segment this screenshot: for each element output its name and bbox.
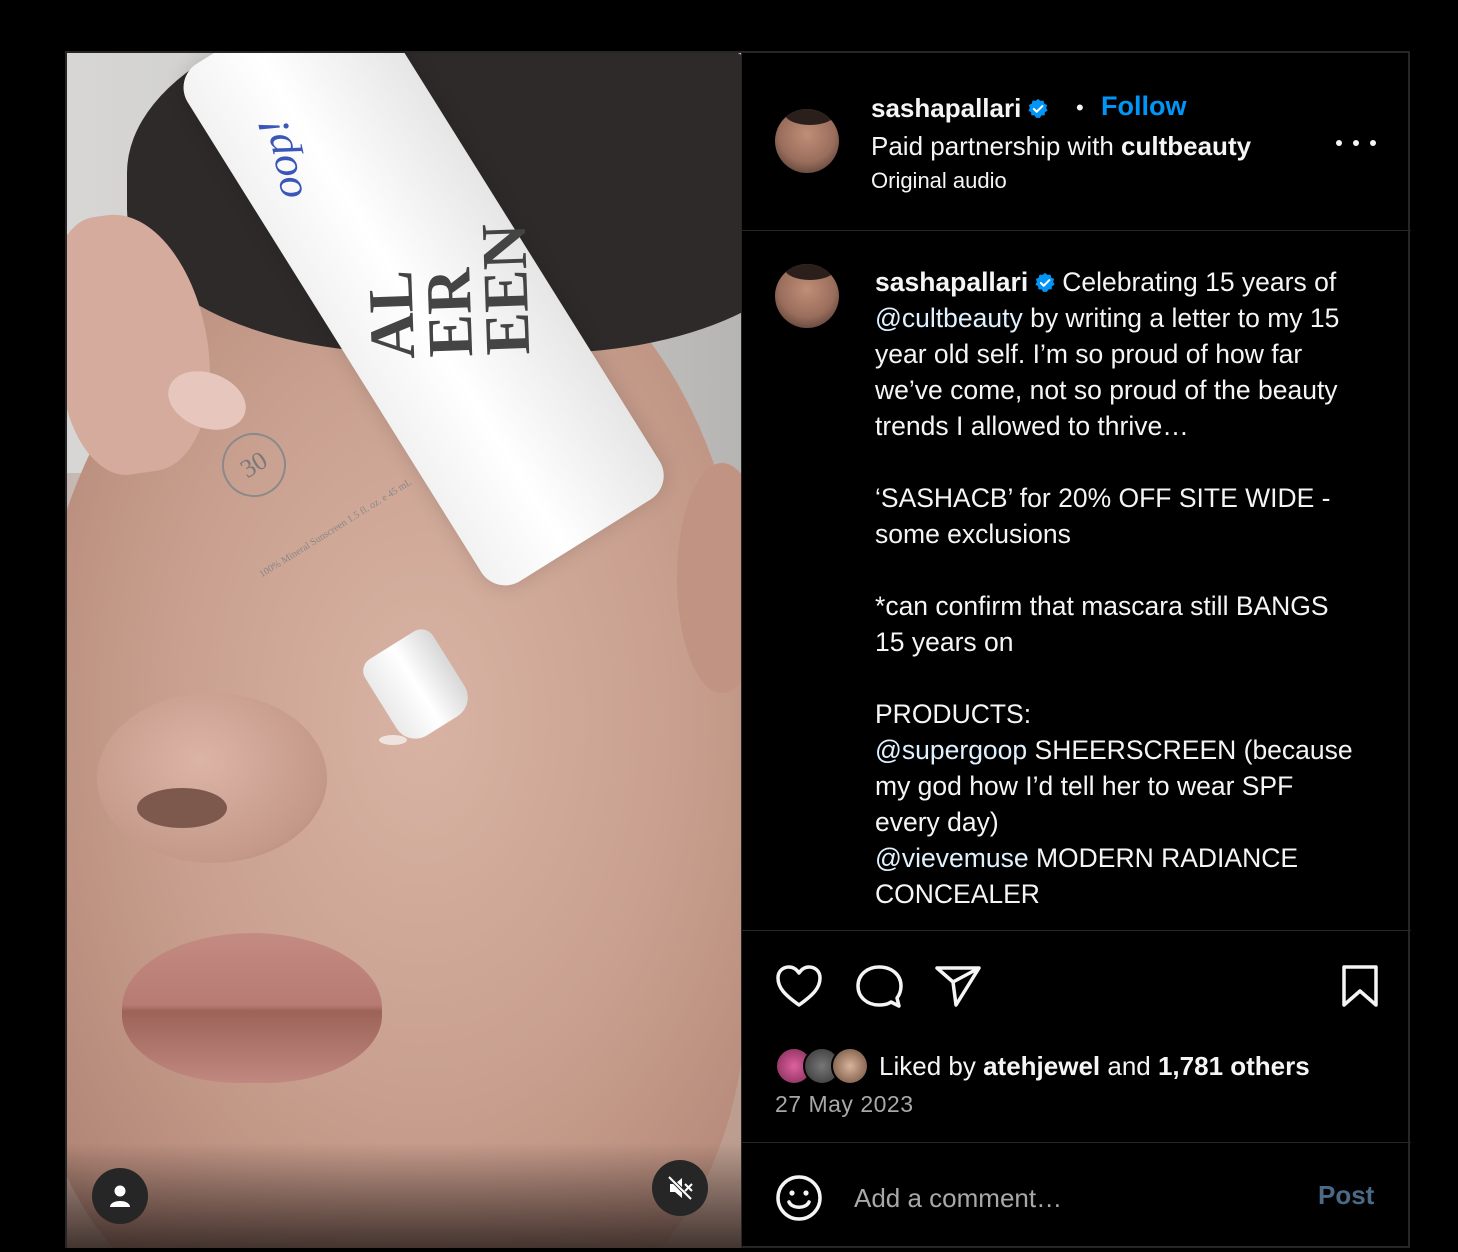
tube-product-text: AL ER EEN	[354, 222, 544, 361]
mention-link[interactable]: @cultbeauty	[875, 303, 1023, 333]
user-tag-button[interactable]	[92, 1168, 148, 1224]
caption-segment: by writing a letter to my 15 year old se…	[875, 303, 1340, 729]
share-icon[interactable]	[934, 964, 982, 1008]
comment-bar: Post	[742, 1142, 1411, 1249]
liker-avatar	[831, 1047, 869, 1085]
mention-link[interactable]: @vievemuse	[875, 843, 1029, 873]
post-header: sashapallari • Follow Paid partnership w…	[742, 53, 1411, 231]
post-details-panel: sashapallari • Follow Paid partnership w…	[741, 53, 1411, 1248]
partner-link[interactable]: cultbeauty	[1121, 131, 1251, 161]
post-comment-button[interactable]: Post	[1318, 1180, 1374, 1211]
post-video[interactable]: oop! AL ER EEN 30 100% Mineral Sunscreen…	[67, 53, 741, 1248]
likes-prefix: Liked by	[879, 1050, 984, 1081]
muted-speaker-icon	[667, 1175, 693, 1201]
nose-image	[97, 693, 327, 863]
author-avatar[interactable]	[775, 109, 839, 173]
header-separator: •	[1076, 95, 1084, 120]
author-username[interactable]: sashapallari	[871, 93, 1049, 124]
mention-link[interactable]: @supergoop	[875, 735, 1027, 765]
caption-author-avatar[interactable]	[775, 264, 839, 328]
caption-body: Celebrating 15 years of @cultbeauty by w…	[875, 267, 1353, 909]
caption-segment: Celebrating 15 years of	[1062, 267, 1337, 297]
tube-brand-text: oop!	[248, 114, 313, 205]
comment-input[interactable]	[852, 1173, 1276, 1223]
post-actions: Liked by atehjewel and 1,781 others 27 M…	[742, 930, 1411, 1143]
likes-text: Liked by atehjewel and 1,781 others	[879, 1051, 1310, 1082]
emoji-icon[interactable]	[775, 1174, 823, 1222]
verified-badge-icon	[1035, 272, 1055, 292]
mute-toggle-button[interactable]	[652, 1160, 708, 1216]
follow-button[interactable]: Follow	[1101, 91, 1186, 122]
author-username-text[interactable]: sashapallari	[871, 93, 1021, 123]
nostril-image	[137, 788, 227, 828]
verified-badge-icon	[1028, 98, 1048, 118]
likes-summary[interactable]: Liked by atehjewel and 1,781 others	[775, 1046, 1310, 1086]
sunscreen-drop	[379, 735, 407, 745]
lips-image	[122, 933, 382, 1083]
caption-text: sashapallari Celebrating 15 years of @cu…	[875, 264, 1355, 912]
more-options-icon	[1336, 140, 1342, 146]
post-dialog: oop! AL ER EEN 30 100% Mineral Sunscreen…	[65, 51, 1411, 1248]
audio-link[interactable]: Original audio	[871, 168, 1007, 194]
first-liker-link[interactable]: atehjewel	[983, 1051, 1100, 1081]
more-options-button[interactable]	[1336, 131, 1376, 155]
others-link[interactable]: 1,781 others	[1158, 1051, 1310, 1081]
bookmark-icon[interactable]	[1340, 964, 1380, 1008]
comment-icon[interactable]	[855, 964, 903, 1010]
partnership-prefix: Paid partnership with	[871, 131, 1122, 161]
caption-section: sashapallari Celebrating 15 years of @cu…	[742, 231, 1411, 929]
paid-partnership-label: Paid partnership with cultbeauty	[871, 131, 1251, 162]
caption-username[interactable]: sashapallari	[875, 267, 1028, 297]
likes-and: and	[1100, 1050, 1158, 1081]
bottom-shadow	[67, 1143, 741, 1248]
post-date[interactable]: 27 May 2023	[775, 1091, 913, 1118]
user-tag-icon	[110, 1185, 130, 1207]
heart-icon[interactable]	[775, 964, 823, 1008]
